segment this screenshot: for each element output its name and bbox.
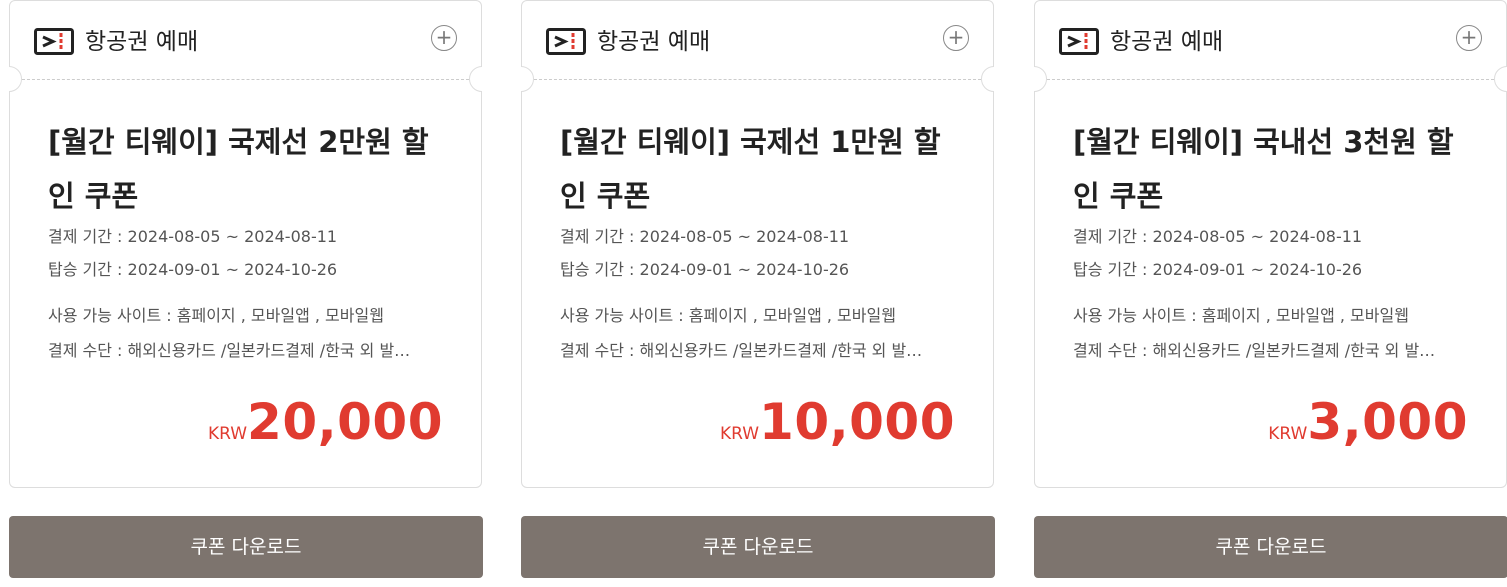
ticket-notch-right — [469, 66, 482, 92]
coupon-header: 항공권 예매 + — [1035, 1, 1506, 79]
dashed-divider — [1047, 79, 1494, 80]
coupon-title: [월간 티웨이] 국제선 2만원 할인 쿠폰 — [48, 125, 429, 213]
coupon-header: 항공권 예매 + — [522, 1, 993, 79]
discount-amount: 3,000 — [1307, 393, 1468, 451]
coupon-category: 항공권 예매 — [1110, 29, 1224, 55]
coupon-card: 항공권 예매 + [월간 티웨이] 국제선 1만원 할인 쿠폰 결제 기간 : … — [521, 0, 994, 488]
ticket-icon — [1059, 28, 1099, 55]
currency-label: KRW — [207, 424, 248, 444]
payment-method: 결제 수단 : 해외신용카드 /일본카드결제 /한국 외 발… — [48, 341, 411, 360]
coupon-download-button[interactable]: 쿠폰 다운로드 — [521, 516, 995, 578]
ticket-notch-left — [9, 66, 22, 92]
payment-method: 결제 수단 : 해외신용카드 /일본카드결제 /한국 외 발… — [1073, 341, 1436, 360]
dashed-divider — [534, 79, 981, 80]
currency-label: KRW — [1268, 424, 1308, 444]
boarding-period: 탑승 기간 : 2024-09-01 ~ 2024-10-26 — [560, 260, 850, 279]
coupon-category: 항공권 예매 — [85, 29, 199, 55]
boarding-period: 탑승 기간 : 2024-09-01 ~ 2024-10-26 — [48, 260, 338, 279]
ticket-notch-right — [981, 66, 994, 92]
boarding-period: 탑승 기간 : 2024-09-01 ~ 2024-10-26 — [1073, 260, 1363, 279]
coupon-card: 항공권 예매 + [월간 티웨이] 국내선 3천원 할인 쿠폰 결제 기간 : … — [1034, 0, 1507, 488]
ticket-icon — [546, 28, 586, 55]
coupon-title: [월간 티웨이] 국제선 1만원 할인 쿠폰 — [560, 125, 941, 213]
coupon-price: KRW20,000 — [208, 393, 443, 451]
payment-period: 결제 기간 : 2024-08-05 ~ 2024-08-11 — [1073, 227, 1363, 246]
plus-circle-icon[interactable]: + — [1456, 25, 1482, 51]
ticket-notch-right — [1494, 66, 1507, 92]
coupon-title: [월간 티웨이] 국내선 3천원 할인 쿠폰 — [1073, 125, 1454, 213]
ticket-notch-left — [1034, 66, 1047, 92]
dashed-divider — [22, 79, 469, 80]
available-sites: 사용 가능 사이트 : 홈페이지 , 모바일앱 , 모바일웹 — [1073, 306, 1409, 325]
payment-period: 결제 기간 : 2024-08-05 ~ 2024-08-11 — [560, 227, 850, 246]
coupon-category: 항공권 예매 — [597, 29, 711, 55]
ticket-notch-left — [521, 66, 534, 92]
payment-method: 결제 수단 : 해외신용카드 /일본카드결제 /한국 외 발… — [560, 341, 923, 360]
coupon-download-button[interactable]: 쿠폰 다운로드 — [1034, 516, 1507, 578]
coupon-download-button[interactable]: 쿠폰 다운로드 — [9, 516, 483, 578]
coupon-price: KRW10,000 — [720, 393, 955, 451]
coupon-card: 항공권 예매 + [월간 티웨이] 국제선 2만원 할인 쿠폰 결제 기간 : … — [9, 0, 482, 488]
currency-label: KRW — [719, 424, 760, 444]
discount-amount: 20,000 — [247, 393, 443, 451]
payment-period: 결제 기간 : 2024-08-05 ~ 2024-08-11 — [48, 227, 338, 246]
plus-circle-icon[interactable]: + — [431, 25, 457, 51]
coupon-header: 항공권 예매 + — [10, 1, 481, 79]
plus-circle-icon[interactable]: + — [943, 25, 969, 51]
ticket-icon — [34, 28, 74, 55]
discount-amount: 10,000 — [759, 393, 955, 451]
available-sites: 사용 가능 사이트 : 홈페이지 , 모바일앱 , 모바일웹 — [48, 306, 384, 325]
coupon-price: KRW3,000 — [1268, 393, 1468, 451]
available-sites: 사용 가능 사이트 : 홈페이지 , 모바일앱 , 모바일웹 — [560, 306, 896, 325]
